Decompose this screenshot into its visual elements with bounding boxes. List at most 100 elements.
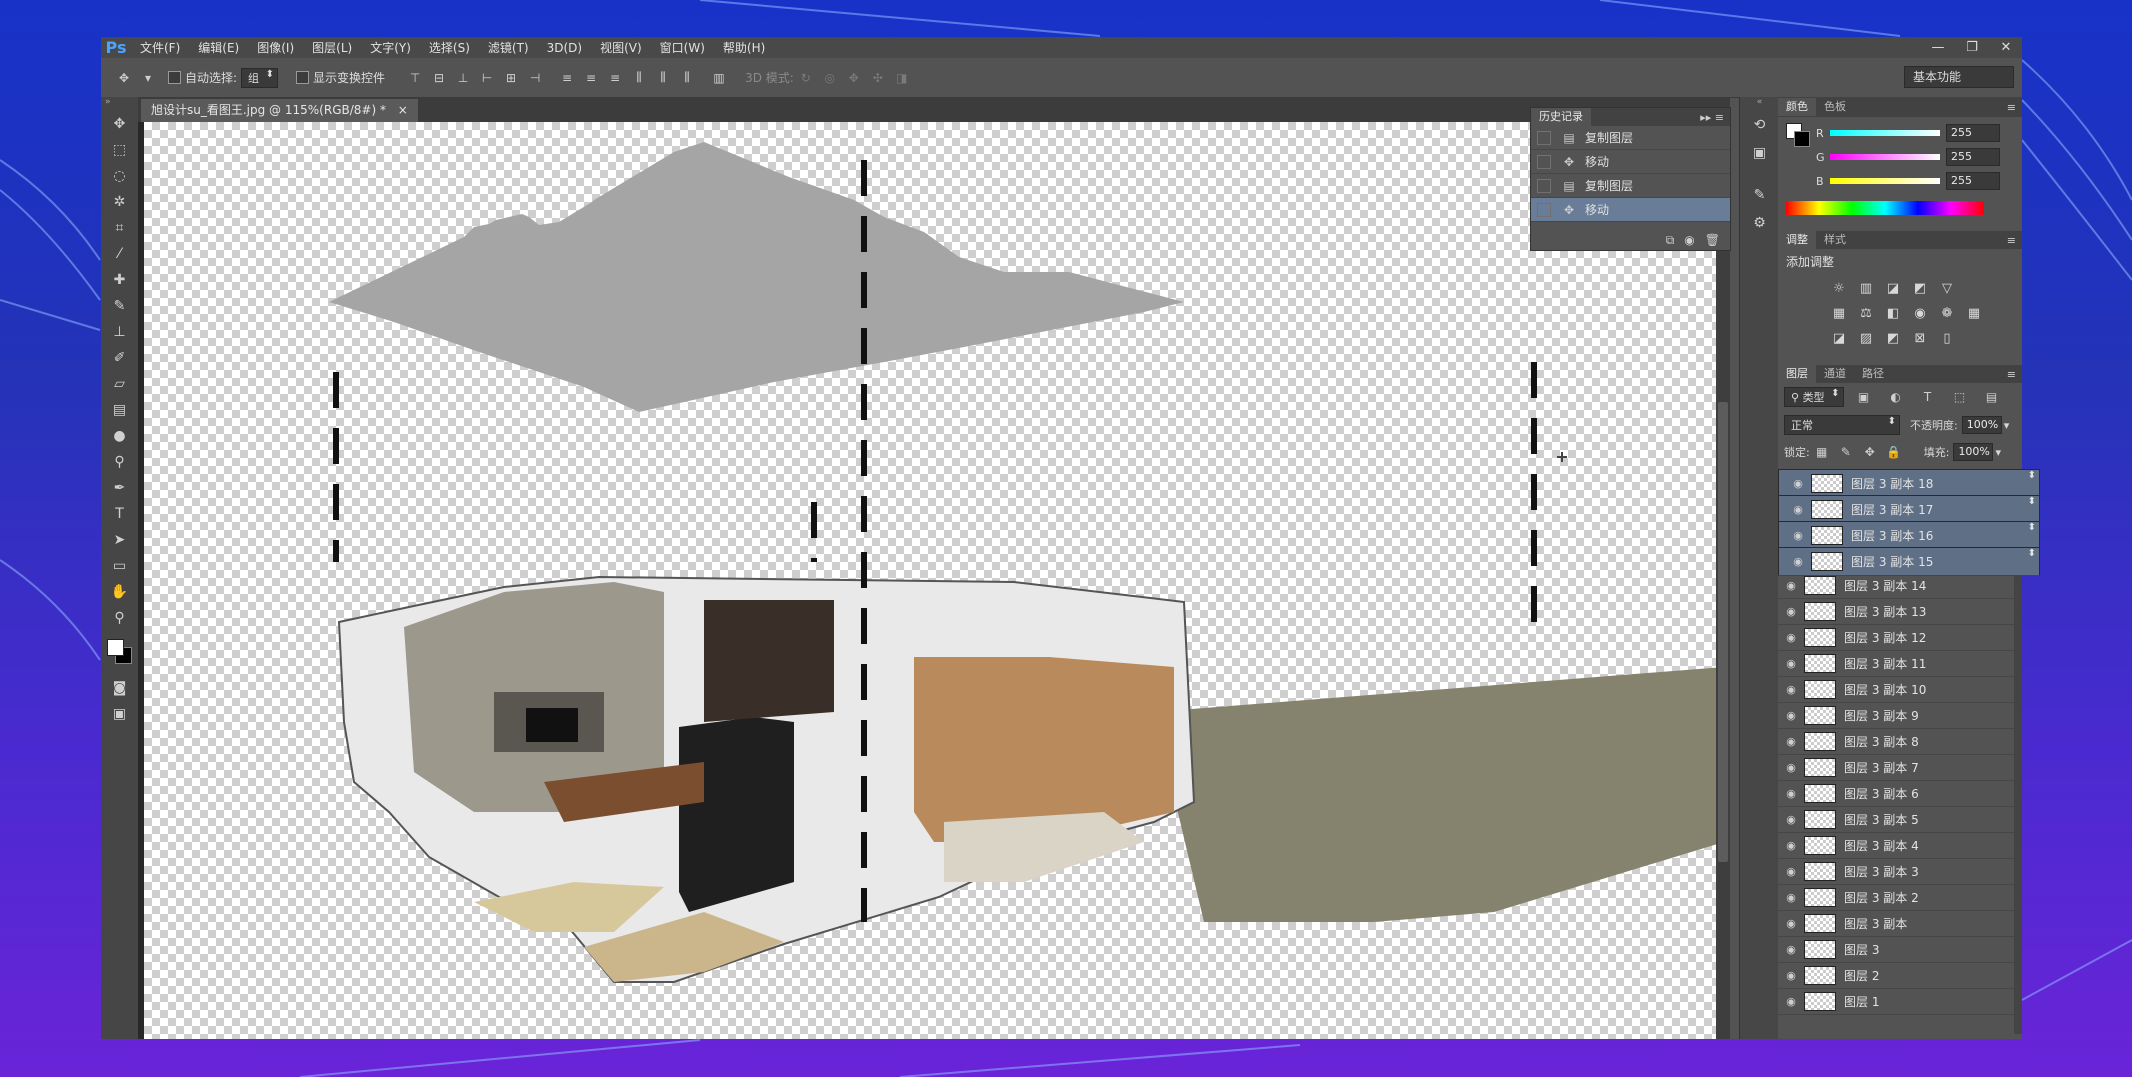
- type-filter-icon[interactable]: T: [1919, 388, 1937, 406]
- dock-collapse-icon[interactable]: «: [1740, 97, 1779, 111]
- quick-mask-icon[interactable]: ◙: [101, 675, 138, 701]
- history-item[interactable]: ✥ 移动: [1531, 150, 1730, 174]
- green-value-field[interactable]: 255: [1946, 148, 2000, 166]
- auto-select-checkbox[interactable]: [168, 71, 181, 84]
- eye-visibility-icon[interactable]: ◉: [1785, 477, 1811, 490]
- eraser-tool-icon[interactable]: ▱: [101, 371, 138, 397]
- layer-row[interactable]: ◉ 图层 3 副本 9: [1778, 703, 2014, 729]
- auto-select-target-select[interactable]: 组: [241, 67, 279, 88]
- layer-row[interactable]: ◉ 图层 3 副本 7: [1778, 755, 2014, 781]
- 3d-scale-icon[interactable]: ◨: [893, 69, 911, 87]
- layer-row[interactable]: ◉ 图层 3 副本 13: [1778, 599, 2014, 625]
- tab-swatches[interactable]: 色板: [1816, 98, 1854, 116]
- menu-edit[interactable]: 编辑(E): [189, 39, 248, 56]
- history-panel-icon[interactable]: ⟲: [1740, 111, 1779, 139]
- align-vcenter-icon[interactable]: ⊟: [430, 69, 448, 87]
- menu-filter[interactable]: 滤镜(T): [479, 39, 538, 56]
- menu-image[interactable]: 图像(I): [248, 39, 303, 56]
- eye-visibility-icon[interactable]: ◉: [1778, 631, 1804, 644]
- document-tab[interactable]: 旭设计su_看图王.jpg @ 115%(RGB/8#) * ×: [141, 99, 418, 122]
- rectangle-tool-icon[interactable]: ▭: [101, 553, 138, 579]
- eyedropper-tool-icon[interactable]: ⁄: [101, 241, 138, 267]
- blue-value-field[interactable]: 255: [1946, 172, 2000, 190]
- distribute-left-icon[interactable]: ⫼: [630, 69, 648, 87]
- distribute-top-icon[interactable]: ≡: [558, 69, 576, 87]
- dodge-tool-icon[interactable]: ⚲: [101, 449, 138, 475]
- minimize-button[interactable]: —: [1921, 37, 1955, 58]
- eye-visibility-icon[interactable]: ◉: [1778, 683, 1804, 696]
- opacity-field[interactable]: 100%: [1961, 416, 2002, 434]
- exposure-icon[interactable]: ◩: [1909, 278, 1931, 298]
- distribute-vcenter-icon[interactable]: ≡: [582, 69, 600, 87]
- layer-row[interactable]: ◉ 图层 3 副本 12: [1778, 625, 2014, 651]
- history-item[interactable]: ▤ 复制图层: [1531, 126, 1730, 150]
- show-transform-checkbox[interactable]: [296, 71, 310, 84]
- eye-visibility-icon[interactable]: ◉: [1778, 813, 1804, 826]
- eye-visibility-icon[interactable]: ◉: [1778, 995, 1804, 1008]
- hand-tool-icon[interactable]: ✋: [101, 579, 138, 605]
- eye-visibility-icon[interactable]: ◉: [1778, 657, 1804, 670]
- threshold-icon[interactable]: ◩: [1882, 328, 1904, 348]
- tab-history[interactable]: 历史记录: [1531, 108, 1591, 126]
- properties-panel-icon[interactable]: ▣: [1740, 139, 1779, 167]
- lock-pixels-icon[interactable]: ✎: [1837, 443, 1855, 461]
- panel-menu-icon[interactable]: ≡: [2007, 101, 2016, 114]
- layer-row[interactable]: ◉ 图层 3 副本 10: [1778, 677, 2014, 703]
- restore-button[interactable]: ❐: [1955, 37, 1989, 58]
- clone-stamp-tool-icon[interactable]: ⊥: [101, 319, 138, 345]
- layer-row[interactable]: ◉ 图层 3 副本 2: [1778, 885, 2014, 911]
- layer-row[interactable]: ◉ 图层 3 副本 18: [1778, 469, 2040, 498]
- healing-brush-tool-icon[interactable]: ✚: [101, 267, 138, 293]
- delete-state-icon[interactable]: 🗑: [1705, 233, 1720, 247]
- posterize-icon[interactable]: ▨: [1855, 328, 1877, 348]
- history-item[interactable]: ▤ 复制图层: [1531, 174, 1730, 198]
- curves-icon[interactable]: ◪: [1882, 278, 1904, 298]
- brush-tool-icon[interactable]: ✎: [101, 293, 138, 319]
- align-bottom-icon[interactable]: ⊥: [454, 69, 472, 87]
- gradient-map-icon[interactable]: ▯: [1936, 328, 1958, 348]
- brightness-icon[interactable]: ☼: [1828, 278, 1850, 298]
- vibrance-icon[interactable]: ▽: [1936, 278, 1958, 298]
- blur-tool-icon[interactable]: ●: [101, 423, 138, 449]
- scrollbar-thumb[interactable]: [1718, 402, 1728, 862]
- menu-3d[interactable]: 3D(D): [538, 41, 591, 55]
- layer-row[interactable]: ◉ 图层 3 副本 17: [1778, 495, 2040, 524]
- panel-menu-icon[interactable]: ▸▸ ≡: [1700, 111, 1724, 124]
- menu-type[interactable]: 文字(Y): [361, 39, 420, 56]
- new-document-from-state-icon[interactable]: ⧉: [1666, 233, 1675, 248]
- menu-view[interactable]: 视图(V): [591, 39, 651, 56]
- menu-window[interactable]: 窗口(W): [651, 39, 714, 56]
- red-value-field[interactable]: 255: [1946, 124, 2000, 142]
- layer-row[interactable]: ◉ 图层 3 副本 8: [1778, 729, 2014, 755]
- layer-row[interactable]: ◉ 图层 2: [1778, 963, 2014, 989]
- 3d-pan-icon[interactable]: ✥: [845, 69, 863, 87]
- pixel-filter-icon[interactable]: ▣: [1855, 388, 1873, 406]
- lasso-tool-icon[interactable]: ◌: [101, 163, 138, 189]
- foreground-color-swatch[interactable]: [107, 639, 124, 656]
- tab-color[interactable]: 颜色: [1778, 98, 1816, 116]
- 3d-rotate-icon[interactable]: ↻: [797, 69, 815, 87]
- menu-help[interactable]: 帮助(H): [714, 39, 774, 56]
- close-tab-icon[interactable]: ×: [398, 103, 408, 117]
- lock-transparent-icon[interactable]: ▦: [1813, 443, 1831, 461]
- eye-visibility-icon[interactable]: ◉: [1778, 735, 1804, 748]
- history-snapshot-checkbox[interactable]: [1537, 154, 1551, 169]
- zoom-tool-icon[interactable]: ⚲: [101, 605, 138, 631]
- lock-position-icon[interactable]: ✥: [1861, 443, 1879, 461]
- eye-visibility-icon[interactable]: ◉: [1778, 943, 1804, 956]
- fill-field[interactable]: 100%: [1953, 443, 1994, 461]
- blend-mode-select[interactable]: 正常: [1784, 415, 1900, 435]
- layer-row[interactable]: ◉ 图层 3 副本 14: [1778, 573, 2014, 599]
- history-item-selected[interactable]: ✥ 移动: [1531, 198, 1730, 222]
- canvas-area[interactable]: [138, 122, 1730, 1039]
- align-left-icon[interactable]: ⊢: [478, 69, 496, 87]
- red-slider[interactable]: [1830, 130, 1940, 136]
- screen-mode-icon[interactable]: ▣: [101, 701, 138, 727]
- hue-saturation-icon[interactable]: ▦: [1828, 303, 1850, 323]
- eye-visibility-icon[interactable]: ◉: [1778, 761, 1804, 774]
- canvas-vertical-scrollbar[interactable]: [1716, 122, 1730, 1039]
- 3d-roll-icon[interactable]: ◎: [821, 69, 839, 87]
- gradient-tool-icon[interactable]: ▤: [101, 397, 138, 423]
- auto-align-icon[interactable]: ▥: [710, 69, 728, 87]
- distribute-right-icon[interactable]: ⫼: [678, 69, 696, 87]
